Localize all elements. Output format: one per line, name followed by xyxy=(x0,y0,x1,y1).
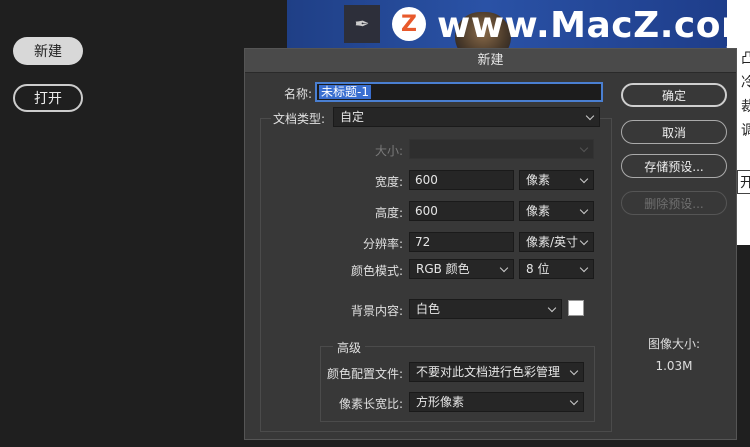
size-label: 大小: xyxy=(374,144,403,158)
chevron-down-icon xyxy=(579,205,589,215)
width-input[interactable]: 600 xyxy=(409,170,514,190)
chevron-down-icon xyxy=(569,366,579,376)
ok-button[interactable]: 确定 xyxy=(621,83,727,107)
height-label: 高度: xyxy=(374,206,403,220)
delete-preset-button: 删除预设... xyxy=(621,191,727,215)
chevron-down-icon xyxy=(585,111,595,121)
chevron-down-icon xyxy=(499,263,509,273)
chevron-down-icon xyxy=(579,174,589,184)
height-input[interactable]: 600 xyxy=(409,201,514,221)
right-panel-line: 凸 xyxy=(741,51,750,67)
chevron-down-icon xyxy=(579,143,589,153)
width-unit-select[interactable]: 像素 xyxy=(519,170,594,190)
right-panel-line: 调 xyxy=(741,123,750,139)
eyedropper-icon: ✒ xyxy=(344,5,380,43)
watermark-text: www.MacZ.com xyxy=(437,5,727,46)
save-preset-button[interactable]: 存储预设... xyxy=(621,154,727,178)
watermark-logo: Z xyxy=(392,7,426,41)
height-unit-select[interactable]: 像素 xyxy=(519,201,594,221)
background-select[interactable]: 白色 xyxy=(409,299,562,319)
right-panel-line: 冷 xyxy=(741,75,750,91)
doc-type-select[interactable]: 自定 xyxy=(333,107,600,127)
chevron-down-icon xyxy=(547,303,557,313)
background-label: 背景内容: xyxy=(350,304,403,318)
color-profile-select[interactable]: 不要对此文档进行色彩管理 xyxy=(409,362,584,382)
width-label: 宽度: xyxy=(374,175,403,189)
chevron-down-icon xyxy=(579,236,589,246)
dialog-title: 新建 xyxy=(245,49,736,73)
chevron-down-icon xyxy=(569,396,579,406)
bit-depth-select[interactable]: 8 位 xyxy=(519,259,594,279)
pixel-aspect-select[interactable]: 方形像素 xyxy=(409,392,584,412)
name-value: 未标题-1 xyxy=(319,85,371,99)
name-label: 名称: xyxy=(283,87,312,101)
resolution-unit-select[interactable]: 像素/英寸 xyxy=(519,232,594,252)
size-select xyxy=(409,139,594,159)
doc-type-label: 文档类型: xyxy=(271,110,335,127)
new-button[interactable]: 新建 xyxy=(13,37,83,65)
background-canvas: ✒ Z www.MacZ.com xyxy=(287,0,727,48)
image-size-value: 1.03M xyxy=(655,359,693,373)
right-panel-line: 裁 xyxy=(741,99,750,115)
image-size-label: 图像大小: xyxy=(647,337,701,351)
resolution-input[interactable]: 72 xyxy=(409,232,514,252)
right-panel-button[interactable]: 开 xyxy=(737,170,750,194)
pixel-aspect-label: 像素长宽比: xyxy=(338,397,403,411)
open-button[interactable]: 打开 xyxy=(13,84,83,112)
color-mode-label: 颜色模式: xyxy=(350,264,403,278)
background-color-swatch[interactable] xyxy=(568,300,584,316)
cancel-button[interactable]: 取消 xyxy=(621,120,727,144)
chevron-down-icon xyxy=(579,263,589,273)
new-document-dialog: 新建 名称: 未标题-1 文档类型: 自定 大小: 宽度: 600 像素 高度:… xyxy=(244,48,737,440)
resolution-label: 分辨率: xyxy=(362,237,403,251)
name-input[interactable]: 未标题-1 xyxy=(315,82,603,102)
color-mode-select[interactable]: RGB 颜色 xyxy=(409,259,514,279)
color-profile-label: 颜色配置文件: xyxy=(326,367,403,381)
advanced-label: 高级 xyxy=(333,339,366,356)
